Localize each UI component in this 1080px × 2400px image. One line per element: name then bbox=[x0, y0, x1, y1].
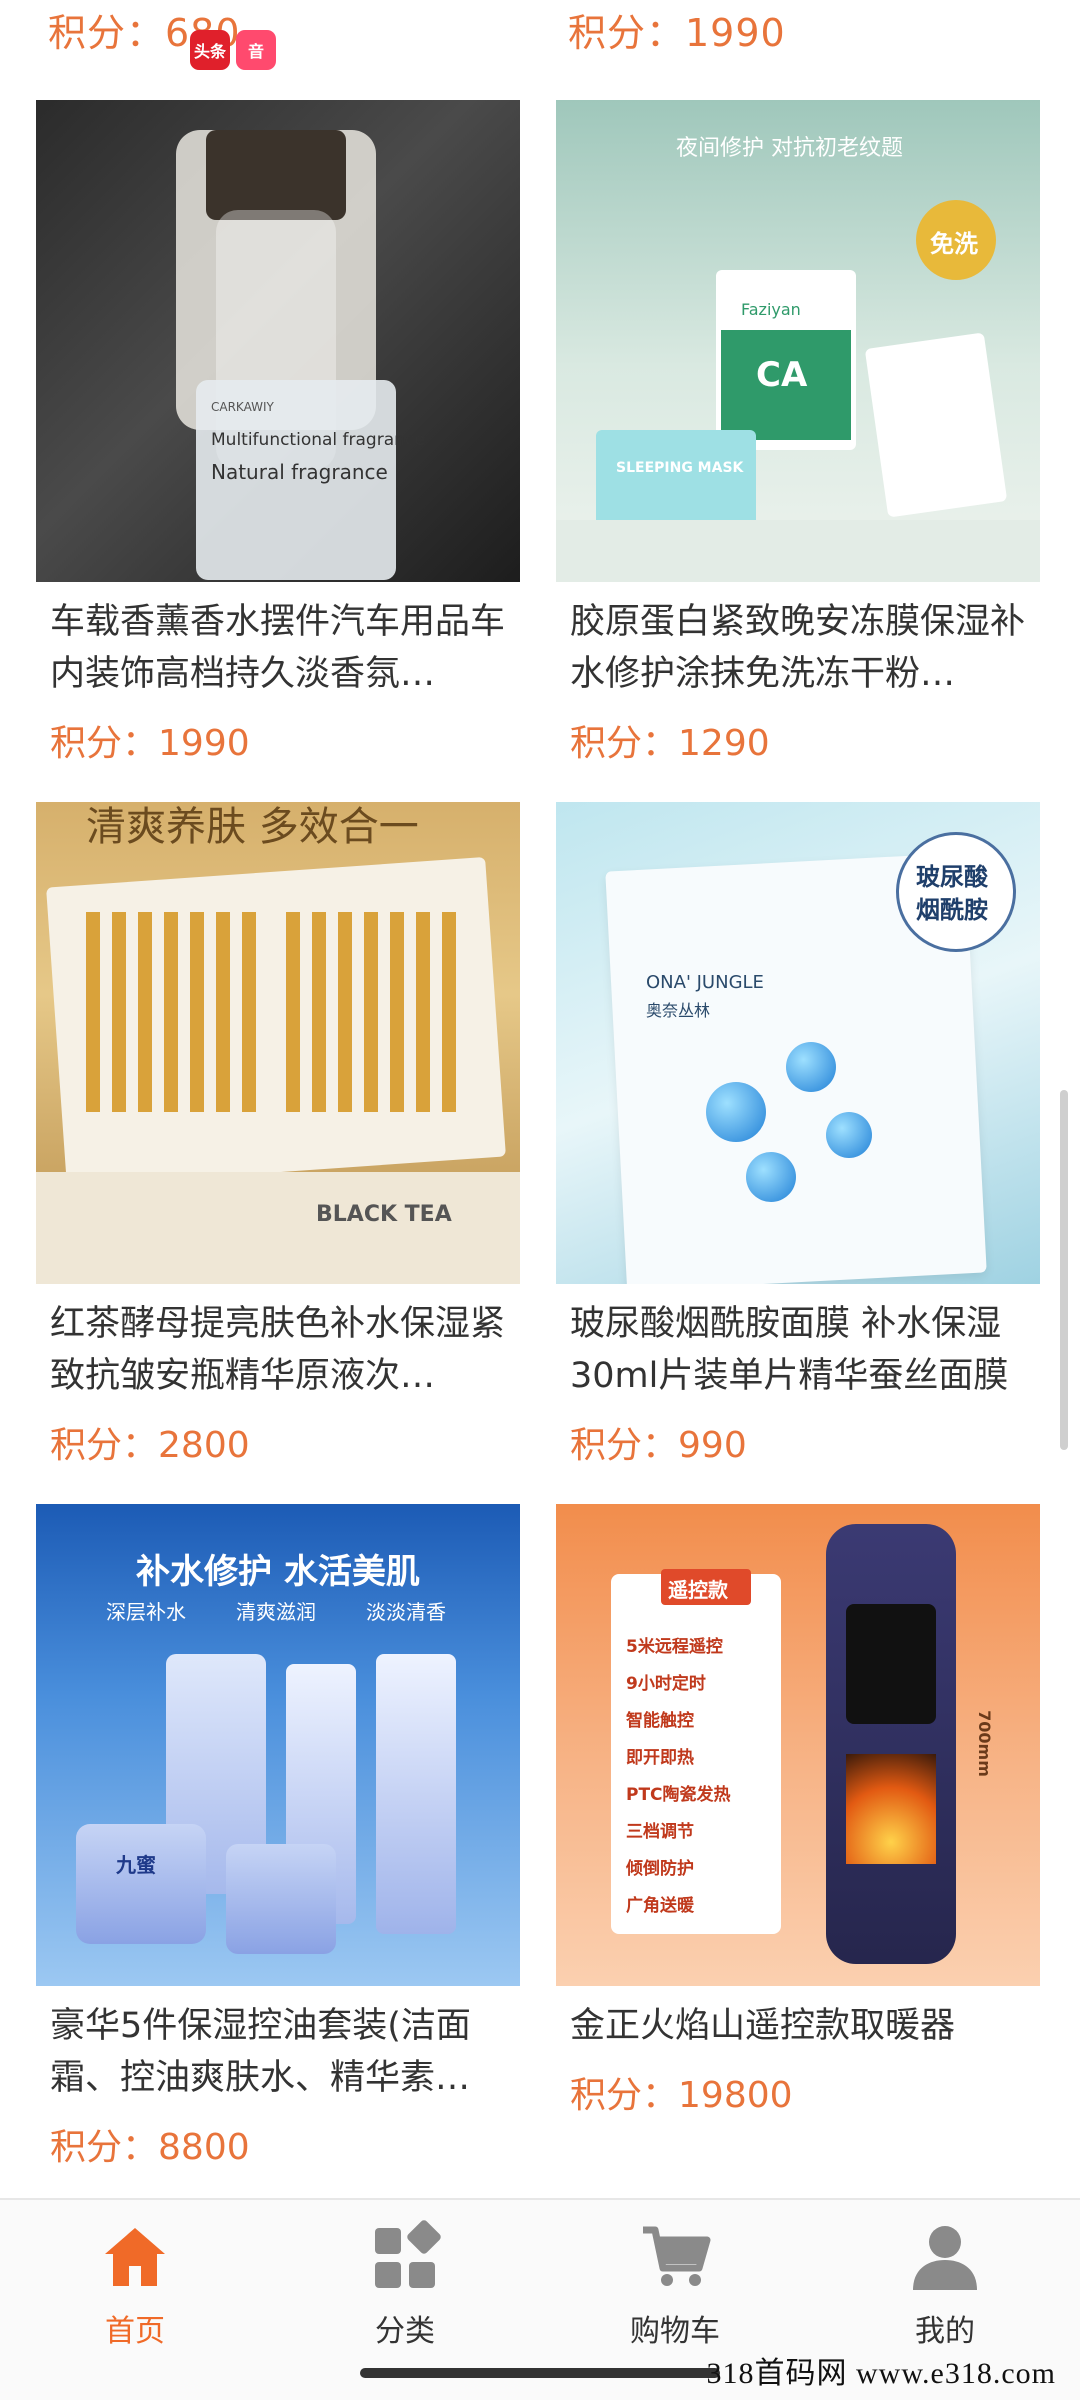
home-icon bbox=[99, 2220, 171, 2292]
product-price: 积分：19800 bbox=[556, 2066, 1040, 2118]
image-caption: 智能触控 bbox=[626, 1711, 694, 1731]
product-card[interactable]: 夜间修护 对抗初老纹题 免洗 CA Faziyan SLEEPING MASK … bbox=[556, 100, 1040, 766]
image-caption: 烟酰胺 bbox=[916, 896, 988, 924]
cart-icon bbox=[639, 2220, 711, 2292]
watermark: 318首码网 www.e318.com bbox=[706, 2357, 1056, 2390]
image-caption: 倾倒防护 bbox=[626, 1859, 694, 1879]
product-image[interactable]: 补水修护 水活美肌 深层补水 清爽滋润 淡淡清香 九蜜 bbox=[36, 1504, 520, 1986]
floating-app-icons: 头条 音 bbox=[190, 30, 276, 70]
nav-label: 分类 bbox=[375, 2314, 435, 2349]
price-value: 8800 bbox=[158, 2127, 250, 2168]
product-card[interactable]: 补水修护 水活美肌 深层补水 清爽滋润 淡淡清香 九蜜 豪华5件保湿控油套装(洁… bbox=[36, 1504, 520, 2170]
douyin-icon[interactable]: 音 bbox=[236, 30, 276, 70]
product-card[interactable]: ONA' JUNGLE 奥奈丛林 玻尿酸 烟酰胺 玻尿酸烟酰胺面膜 补水保湿30… bbox=[556, 802, 1040, 1468]
image-caption: 9小时定时 bbox=[626, 1674, 706, 1694]
product-price: 积分：2800 bbox=[36, 1416, 520, 1468]
image-caption: 夜间修护 对抗初老纹题 bbox=[676, 136, 903, 161]
price-value: 1990 bbox=[158, 723, 250, 764]
price-label: 积分： bbox=[570, 2075, 679, 2116]
image-caption: 清爽养肤 多效合一 bbox=[86, 804, 419, 850]
image-caption: 淡淡清香 bbox=[366, 1600, 446, 1624]
product-price: 积分：8800 bbox=[36, 2118, 520, 2170]
product-image[interactable]: ONA' JUNGLE 奥奈丛林 玻尿酸 烟酰胺 bbox=[556, 802, 1040, 1284]
image-caption: 玻尿酸 bbox=[916, 863, 988, 891]
product-image[interactable]: 夜间修护 对抗初老纹题 免洗 CA Faziyan SLEEPING MASK bbox=[556, 100, 1040, 582]
product-price: 积分：990 bbox=[556, 1416, 1040, 1468]
price-label: 积分： bbox=[50, 2127, 159, 2168]
image-caption: Faziyan bbox=[741, 300, 801, 319]
image-caption: 奥奈丛林 bbox=[646, 1001, 711, 1020]
nav-label: 购物车 bbox=[630, 2314, 720, 2349]
image-caption: 免洗 bbox=[930, 230, 978, 258]
price-label: 积分： bbox=[50, 723, 159, 764]
price-label: 积分： bbox=[50, 1425, 159, 1466]
image-caption: 清爽滋润 bbox=[236, 1600, 316, 1624]
image-caption: Natural fragrance bbox=[211, 460, 388, 484]
nav-label: 我的 bbox=[915, 2314, 975, 2349]
image-caption: CARKAWIY bbox=[211, 400, 274, 414]
image-caption: 700mm bbox=[974, 1710, 994, 1777]
image-caption: 即开即热 bbox=[626, 1748, 694, 1768]
nav-item-home[interactable]: 首页 bbox=[0, 2200, 270, 2360]
price-value: 990 bbox=[678, 1425, 747, 1466]
previous-row: 积分：680 头条 音 积分：1990 bbox=[0, 0, 1080, 70]
image-caption: 补水修护 水活美肌 bbox=[136, 1552, 420, 1592]
price-label: 积分： bbox=[570, 723, 679, 764]
toutiao-icon[interactable]: 头条 bbox=[190, 30, 230, 70]
product-title[interactable]: 豪华5件保湿控油套装(洁面霜、控油爽肤水、精华素… bbox=[36, 2000, 520, 2104]
image-caption: 遥控款 bbox=[668, 1578, 728, 1602]
product-card[interactable]: 清爽养肤 多效合一 BLACK TEA 红茶酵母提亮肤色补水保湿紧致抗皱安瓶精华… bbox=[36, 802, 520, 1468]
product-image[interactable]: 清爽养肤 多效合一 BLACK TEA bbox=[36, 802, 520, 1284]
image-caption: SLEEPING MASK bbox=[616, 460, 744, 476]
image-caption: ONA' JUNGLE bbox=[646, 972, 764, 993]
scrollbar[interactable] bbox=[1060, 1090, 1068, 1450]
image-caption: 5米远程遥控 bbox=[626, 1637, 723, 1657]
nav-item-cart[interactable]: 购物车 bbox=[540, 2200, 810, 2360]
image-caption: 深层补水 bbox=[106, 1600, 186, 1624]
product-title[interactable]: 车载香薰香水摆件汽车用品车内装饰高档持久淡香氛… bbox=[36, 596, 520, 700]
image-caption: 九蜜 bbox=[116, 1853, 156, 1877]
product-image[interactable]: 遥控款 5米远程遥控 9小时定时 智能触控 即开即热 PTC陶瓷发热 三档调节 … bbox=[556, 1504, 1040, 1986]
price-value: 19800 bbox=[678, 2075, 793, 2116]
product-image[interactable]: Multifunctional fragrance Natural fragra… bbox=[36, 100, 520, 582]
image-caption: Multifunctional fragrance bbox=[211, 430, 425, 450]
price-label: 积分： bbox=[570, 1425, 679, 1466]
product-price: 积分：1990 bbox=[568, 11, 786, 55]
product-title[interactable]: 胶原蛋白紧致晚安冻膜保湿补水修护涂抹免洗冻干粉… bbox=[556, 596, 1040, 700]
image-caption: 三档调节 bbox=[626, 1822, 694, 1842]
product-title[interactable]: 红茶酵母提亮肤色补水保湿紧致抗皱安瓶精华原液次… bbox=[36, 1298, 520, 1402]
product-title[interactable]: 金正火焰山遥控款取暖器 bbox=[556, 2000, 1040, 2052]
image-caption: CA bbox=[756, 355, 808, 395]
price-value: 2800 bbox=[158, 1425, 250, 1466]
image-caption: 广角送暖 bbox=[626, 1896, 694, 1916]
nav-item-profile[interactable]: 我的 bbox=[810, 2200, 1080, 2360]
product-title[interactable]: 玻尿酸烟酰胺面膜 补水保湿30ml片装单片精华蚕丝面膜 bbox=[556, 1298, 1040, 1402]
home-indicator[interactable] bbox=[360, 2368, 720, 2378]
product-price: 积分：1290 bbox=[556, 714, 1040, 766]
product-grid: 积分：680 头条 音 积分：1990 Multifunctional frag… bbox=[0, 0, 1080, 2198]
product-card[interactable]: Multifunctional fragrance Natural fragra… bbox=[36, 100, 520, 766]
image-caption: BLACK TEA bbox=[316, 1202, 452, 1227]
image-caption: PTC陶瓷发热 bbox=[626, 1785, 731, 1805]
nav-item-category[interactable]: 分类 bbox=[270, 2200, 540, 2360]
product-price: 积分：1990 bbox=[36, 714, 520, 766]
profile-icon bbox=[909, 2220, 981, 2292]
product-card[interactable]: 遥控款 5米远程遥控 9小时定时 智能触控 即开即热 PTC陶瓷发热 三档调节 … bbox=[556, 1504, 1040, 2118]
category-icon bbox=[369, 2220, 441, 2292]
nav-label: 首页 bbox=[105, 2314, 165, 2349]
price-value: 1290 bbox=[678, 723, 770, 764]
